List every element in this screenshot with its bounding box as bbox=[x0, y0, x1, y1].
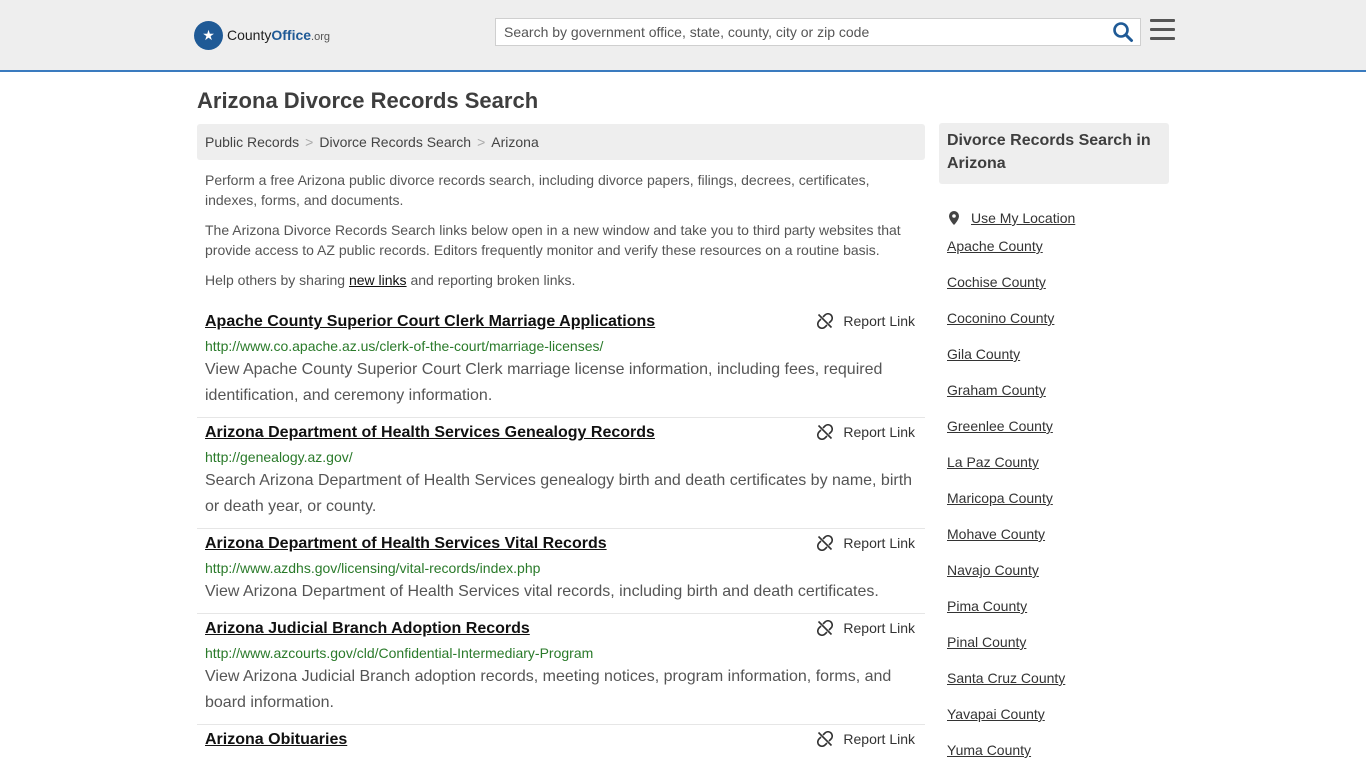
report-link-button[interactable]: Report Link bbox=[817, 731, 915, 747]
broken-link-icon bbox=[817, 620, 834, 636]
breadcrumb-public-records[interactable]: Public Records bbox=[205, 134, 299, 150]
map-pin-icon bbox=[949, 211, 959, 225]
sidebar-heading: Divorce Records Search in Arizona bbox=[939, 123, 1169, 184]
listing-item: Arizona Department of Health Services Ge… bbox=[197, 418, 925, 529]
county-link-graham[interactable]: Graham County bbox=[947, 380, 1169, 416]
logo-wordmark: CountyOffice.org bbox=[227, 27, 331, 43]
county-link-apache[interactable]: Apache County bbox=[947, 236, 1169, 272]
county-link-pinal[interactable]: Pinal County bbox=[947, 632, 1169, 668]
intro-paragraph-3: Help others by sharing new links and rep… bbox=[205, 272, 576, 288]
county-link-coconino[interactable]: Coconino County bbox=[947, 308, 1169, 344]
listing-url: http://genealogy.az.gov/ bbox=[205, 449, 353, 465]
site-logo[interactable]: ★ CountyOffice.org bbox=[194, 20, 330, 50]
county-link-gila[interactable]: Gila County bbox=[947, 344, 1169, 380]
listing-url: http://www.azdhs.gov/licensing/vital-rec… bbox=[205, 560, 541, 576]
listing-title-link[interactable]: Arizona Obituaries bbox=[205, 728, 917, 750]
listing-description: View Arizona Judicial Branch adoption re… bbox=[205, 668, 892, 711]
listing-description: View Arizona Department of Health Servic… bbox=[205, 583, 879, 600]
report-link-button[interactable]: Report Link bbox=[817, 424, 915, 440]
page-title: Arizona Divorce Records Search bbox=[197, 88, 539, 113]
county-link-yuma[interactable]: Yuma County bbox=[947, 740, 1169, 768]
report-link-button[interactable]: Report Link bbox=[817, 313, 915, 329]
intro-paragraph-1: Perform a free Arizona public divorce re… bbox=[205, 172, 870, 208]
listing-title-link[interactable]: Apache County Superior Court Clerk Marri… bbox=[205, 310, 917, 332]
search-icon[interactable] bbox=[1112, 21, 1134, 43]
top-header: ★ CountyOffice.org bbox=[0, 0, 1366, 72]
use-my-location-link[interactable]: Use My Location bbox=[947, 200, 1169, 236]
intro-paragraph-2: The Arizona Divorce Records Search links… bbox=[205, 222, 901, 258]
county-link-navajo[interactable]: Navajo County bbox=[947, 560, 1169, 596]
search-input[interactable] bbox=[496, 19, 1096, 45]
county-link-greenlee[interactable]: Greenlee County bbox=[947, 416, 1169, 452]
breadcrumb-arizona[interactable]: Arizona bbox=[491, 134, 538, 150]
listing-title-link[interactable]: Arizona Judicial Branch Adoption Records bbox=[205, 617, 917, 639]
report-link-button[interactable]: Report Link bbox=[817, 535, 915, 551]
new-links-link[interactable]: new links bbox=[349, 272, 407, 288]
hamburger-menu-icon[interactable] bbox=[1150, 19, 1176, 43]
county-link-cochise[interactable]: Cochise County bbox=[947, 272, 1169, 308]
county-link-pima[interactable]: Pima County bbox=[947, 596, 1169, 632]
broken-link-icon bbox=[817, 313, 834, 329]
listing-item: Arizona Judicial Branch Adoption Records… bbox=[197, 614, 925, 725]
broken-link-icon bbox=[817, 731, 834, 747]
listing-url: http://www.co.apache.az.us/clerk-of-the-… bbox=[205, 338, 604, 354]
eagle-seal-icon: ★ bbox=[194, 20, 223, 50]
county-link-la-paz[interactable]: La Paz County bbox=[947, 452, 1169, 488]
listing-description: View Apache County Superior Court Clerk … bbox=[205, 361, 883, 404]
county-link-maricopa[interactable]: Maricopa County bbox=[947, 488, 1169, 524]
report-link-button[interactable]: Report Link bbox=[817, 620, 915, 636]
breadcrumb: Public Records > Divorce Records Search … bbox=[197, 124, 925, 160]
listing-item: Arizona Obituaries Report Link bbox=[197, 725, 925, 758]
county-link-santa-cruz[interactable]: Santa Cruz County bbox=[947, 668, 1169, 704]
listing-description: Search Arizona Department of Health Serv… bbox=[205, 472, 913, 515]
search-box bbox=[495, 18, 1141, 46]
breadcrumb-divorce-records-search[interactable]: Divorce Records Search bbox=[319, 134, 471, 150]
breadcrumb-separator: > bbox=[477, 134, 486, 150]
breadcrumb-separator: > bbox=[305, 134, 314, 150]
record-listings: Apache County Superior Court Clerk Marri… bbox=[197, 307, 925, 758]
listing-url: http://www.azcourts.gov/cld/Confidential… bbox=[205, 645, 594, 661]
county-list: Use My Location Apache County Cochise Co… bbox=[939, 200, 1169, 768]
listing-title-link[interactable]: Arizona Department of Health Services Vi… bbox=[205, 532, 917, 554]
county-link-mohave[interactable]: Mohave County bbox=[947, 524, 1169, 560]
county-link-yavapai[interactable]: Yavapai County bbox=[947, 704, 1169, 740]
listing-item: Arizona Department of Health Services Vi… bbox=[197, 529, 925, 614]
listing-item: Apache County Superior Court Clerk Marri… bbox=[197, 307, 925, 418]
broken-link-icon bbox=[817, 424, 834, 440]
county-sidebar: Divorce Records Search in Arizona Use My… bbox=[939, 123, 1169, 768]
listing-title-link[interactable]: Arizona Department of Health Services Ge… bbox=[205, 421, 917, 443]
broken-link-icon bbox=[817, 535, 834, 551]
